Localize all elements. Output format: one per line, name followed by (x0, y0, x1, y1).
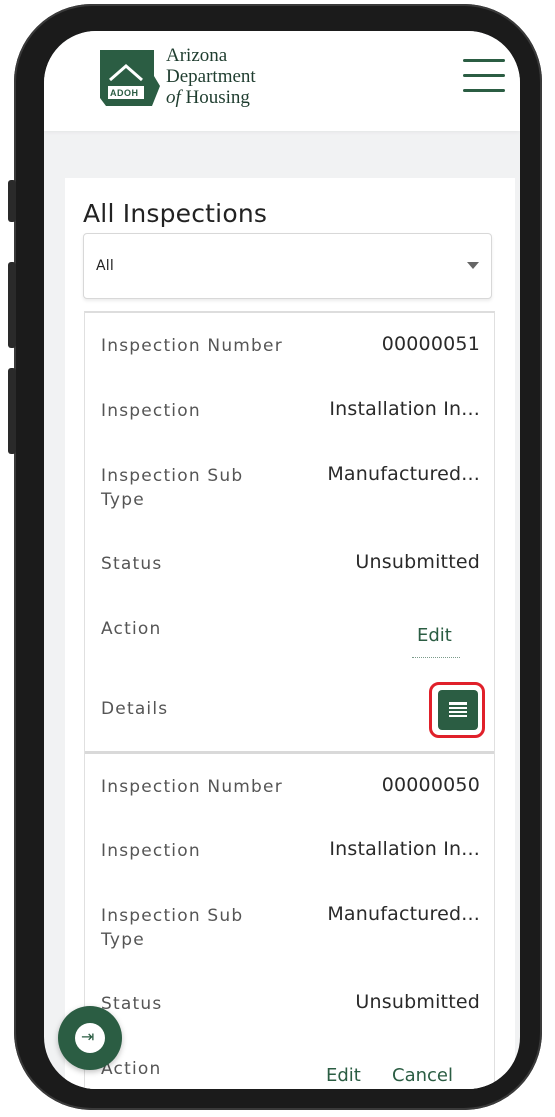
chevron-down-icon (467, 262, 479, 269)
field-label: Status (101, 554, 163, 574)
inspection-filter-select[interactable]: All (83, 233, 492, 299)
edit-link[interactable]: Edit (417, 625, 452, 646)
row-inspection-number: Inspection Number 00000051 (85, 313, 494, 380)
row-inspection: Inspection Installation In... (85, 819, 494, 885)
row-status: Status Unsubmitted (85, 532, 494, 598)
row-details: Details (85, 677, 494, 751)
inspection-number-value: 00000051 (381, 333, 480, 355)
field-label: Inspection (101, 401, 201, 421)
inspection-value: Installation In... (329, 838, 480, 860)
phone-side-button (8, 180, 16, 222)
field-label: Inspection (101, 841, 201, 861)
status-value: Unsubmitted (355, 991, 480, 1013)
page-title: All Inspections (83, 199, 268, 228)
row-inspection-sub-type: Inspection Sub Type Manufactured... (85, 444, 494, 533)
collapse-fab-button[interactable]: ⇥ (58, 1006, 122, 1070)
inspection-value: Installation In... (329, 398, 480, 420)
phone-screen: ADOH Arizona Department of Housing All I… (44, 31, 520, 1089)
logo-line-2: Department (166, 66, 256, 87)
edit-link[interactable]: Edit (326, 1065, 361, 1086)
filter-selected-value: All (96, 258, 114, 274)
collapse-arrow-icon: ⇥ (75, 1023, 105, 1053)
row-status: Status Unsubmitted (85, 972, 494, 1038)
inspection-number-value: 00000050 (381, 774, 480, 796)
field-label: Inspection Number (101, 777, 283, 797)
inspection-list: Inspection Number 00000051 Inspection In… (84, 311, 495, 1089)
inspection-sub-type-value: Manufactured... (327, 903, 480, 925)
phone-side-button (8, 368, 16, 454)
row-inspection-number: Inspection Number 00000050 (85, 754, 494, 820)
logo-line-3-prefix: of (166, 87, 181, 108)
status-value: Unsubmitted (355, 551, 480, 573)
cancel-link[interactable]: Cancel (392, 1065, 453, 1086)
logo-wordmark: Arizona Department of Housing (166, 45, 256, 108)
inspection-sub-type-value: Manufactured... (327, 463, 480, 485)
logo-line-3-rest: Housing (180, 87, 250, 108)
logo-line-1: Arizona (166, 45, 228, 66)
row-action: Action Edit (85, 597, 494, 678)
field-label: Details (101, 699, 169, 719)
field-label: Inspection Sub Type (101, 466, 244, 510)
row-action: Action Edit Cancel (85, 1037, 494, 1089)
logo-line-3: of Housing (166, 87, 256, 108)
adoh-logo-icon[interactable] (96, 46, 166, 110)
row-inspection: Inspection Installation In... (85, 379, 494, 445)
field-label: Action (101, 619, 162, 639)
field-label: Inspection Sub Type (101, 906, 244, 950)
hamburger-menu-icon[interactable] (463, 59, 505, 93)
inspections-card: All Inspections All Inspection Number 00… (65, 178, 515, 1089)
field-label: Status (101, 994, 163, 1014)
field-label: Action (101, 1059, 162, 1079)
link-underline (412, 657, 460, 658)
fab-glyph: ⇥ (81, 1027, 95, 1046)
field-label: Inspection Number (101, 336, 283, 356)
app-header: ADOH Arizona Department of Housing (44, 31, 520, 131)
phone-side-button (8, 262, 16, 348)
row-inspection-sub-type: Inspection Sub Type Manufactured... (85, 884, 494, 973)
details-highlight-box (429, 682, 485, 738)
